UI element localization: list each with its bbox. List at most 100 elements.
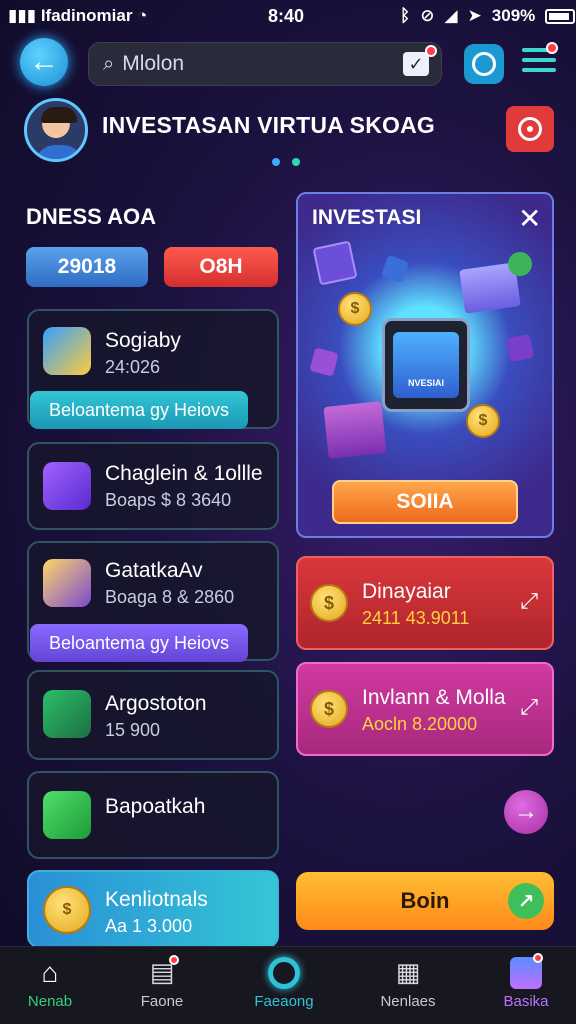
chat-icon xyxy=(472,52,496,76)
card-name: Kenliotnals xyxy=(105,888,208,911)
card-value: Boaga 8 & 2860 xyxy=(105,587,235,607)
status-time: 8:40 xyxy=(268,6,305,26)
nav-badge xyxy=(533,953,543,963)
back-button[interactable]: ← xyxy=(20,38,68,86)
action-pill[interactable]: O8H xyxy=(164,247,278,287)
alarm-icon: ⊘ xyxy=(420,6,435,25)
cube-icon xyxy=(506,334,534,362)
menu-line xyxy=(522,68,556,72)
inbox-icon[interactable]: ✓ xyxy=(403,52,429,76)
nav-label: Nenab xyxy=(27,993,73,1010)
card-value: Aocln 8.20000 xyxy=(362,714,478,734)
chart-cube-icon xyxy=(312,240,358,286)
gem-icon xyxy=(508,252,532,276)
balance-pill[interactable]: 29018 xyxy=(26,247,148,287)
card-name: GatatkaAv xyxy=(105,559,203,582)
expand-arrow-icon[interactable]: ⤢ xyxy=(520,694,538,720)
home-icon: ⌂ xyxy=(41,957,59,988)
record-icon xyxy=(518,117,542,141)
close-icon[interactable]: ✕ xyxy=(518,202,541,235)
right-card[interactable]: $ Invlann & Molla Aocln 8.20000 ⤢ xyxy=(296,662,554,756)
coin-icon: $ xyxy=(310,584,348,622)
promo-banner[interactable]: Beloantema gy Heiovs xyxy=(30,624,248,662)
promo-banner[interactable]: Beloantema gy Heiovs xyxy=(30,391,248,429)
promo-button[interactable]: SOIIA xyxy=(332,480,518,524)
notification-dot xyxy=(425,45,437,57)
card-name: Sogiaby xyxy=(105,329,181,352)
nav-badge xyxy=(169,955,179,965)
coin-icon: $ xyxy=(338,292,372,326)
search-bar[interactable]: ⌕ ✓ xyxy=(88,42,442,86)
card-value: 15 900 xyxy=(105,720,161,740)
arrow-right-icon: → xyxy=(514,798,538,825)
dollar-diamond-icon xyxy=(43,462,91,510)
promo-title: INVESTASI xyxy=(312,206,422,229)
card-name: Invlann & Molla xyxy=(362,686,506,709)
nav-item-target[interactable]: Faeaong xyxy=(234,957,334,1010)
nav-item-portfolio[interactable]: ▤ Faone xyxy=(112,955,212,1010)
menu-badge xyxy=(546,42,558,54)
battery-percent: 309% xyxy=(491,6,536,25)
nav-label: Faeaong xyxy=(254,993,314,1010)
battery-icon xyxy=(545,8,576,24)
card-name: Dinayaiar xyxy=(362,580,451,603)
game-icon xyxy=(43,327,91,375)
card-value: 2411 43.9011 xyxy=(362,608,470,628)
card-name: Chaglein & 1ollle xyxy=(105,462,263,485)
trend-arrow-icon: ↗ xyxy=(508,883,544,919)
portfolio-icon: ▤ xyxy=(145,955,179,989)
target-icon xyxy=(267,957,301,989)
coin-icon: $ xyxy=(466,404,500,438)
record-button[interactable] xyxy=(506,106,554,152)
shield-icon xyxy=(43,791,91,839)
go-button-label: Boin xyxy=(400,888,450,913)
pager-dot xyxy=(292,158,300,166)
nav-label: Faone xyxy=(140,993,184,1010)
page-title: INVESTASAN VIRTUA SKOAG xyxy=(102,112,436,138)
next-button[interactable]: → xyxy=(504,790,548,834)
avatar-hair xyxy=(41,107,77,123)
bluetooth-icon: ᛒ xyxy=(400,6,411,25)
coin-icon: $ xyxy=(43,886,91,934)
go-button[interactable]: Boin ↗ xyxy=(296,872,554,930)
news-icon: ▦ xyxy=(395,957,421,987)
menu-button[interactable] xyxy=(522,42,558,78)
card-value: 24:026 xyxy=(105,357,161,377)
coin-stack-icon: $ xyxy=(310,690,348,728)
board-icon xyxy=(43,690,91,738)
card-value: Boaps $ 8 3640 xyxy=(105,490,232,510)
avatar-shirt xyxy=(35,145,83,159)
right-card[interactable]: $ Dinayaiar 2411 43.9011 ⤢ xyxy=(296,556,554,650)
nav-label: Basika xyxy=(503,993,549,1010)
section-label: DNESS AOA xyxy=(26,204,156,229)
status-bar: ▮▮▮ Ifadinomiar ◔ 8:40 ᛒ ⊘ ◢ ➤ 309% xyxy=(0,0,576,32)
expand-arrow-icon[interactable]: ⤢ xyxy=(520,588,538,614)
cell-signal-icon: ◢ xyxy=(444,6,458,25)
signal-icon: ▮▮▮ xyxy=(8,6,37,25)
asset-card[interactable]: Chaglein & 1ollle Boaps $ 8 3640 xyxy=(27,442,279,530)
chat-button[interactable] xyxy=(464,44,504,84)
pager-dot-active xyxy=(272,158,280,166)
nav-label: Nenlaes xyxy=(380,993,436,1010)
tablet-screen: NVESIAI xyxy=(393,332,459,398)
nav-item-news[interactable]: ▦ Nenlaes xyxy=(358,957,458,1010)
avatar[interactable] xyxy=(24,98,88,162)
search-input[interactable] xyxy=(122,52,393,76)
bottom-nav: ⌂ Nenab ▤ Faone Faeaong ▦ Nenlaes Basika xyxy=(0,946,576,1024)
nav-item-home[interactable]: ⌂ Nenab xyxy=(0,957,100,1010)
carrier-name: Ifadinomiar xyxy=(40,6,133,25)
carrier-label: ▮▮▮ Ifadinomiar ◔ xyxy=(8,6,147,26)
asset-card[interactable]: $ Kenliotnals Aa 1 3.000 xyxy=(27,870,279,948)
search-icon: ⌕ xyxy=(103,52,115,75)
asset-card[interactable]: Bapoatkah xyxy=(27,771,279,859)
asset-card[interactable]: Argostoton 15 900 xyxy=(27,670,279,760)
card-name: Argostoton xyxy=(105,692,207,715)
character-icon xyxy=(43,559,91,607)
nav-item-profile[interactable]: Basika xyxy=(476,953,576,1010)
box-icon xyxy=(323,401,387,459)
back-arrow-icon: ← xyxy=(29,45,59,78)
card-name: Bapoatkah xyxy=(105,795,206,818)
card-value: Aa 1 3.000 xyxy=(105,916,193,936)
profile-icon xyxy=(509,953,543,989)
status-right: ᛒ ⊘ ◢ ➤ 309% xyxy=(400,6,576,26)
